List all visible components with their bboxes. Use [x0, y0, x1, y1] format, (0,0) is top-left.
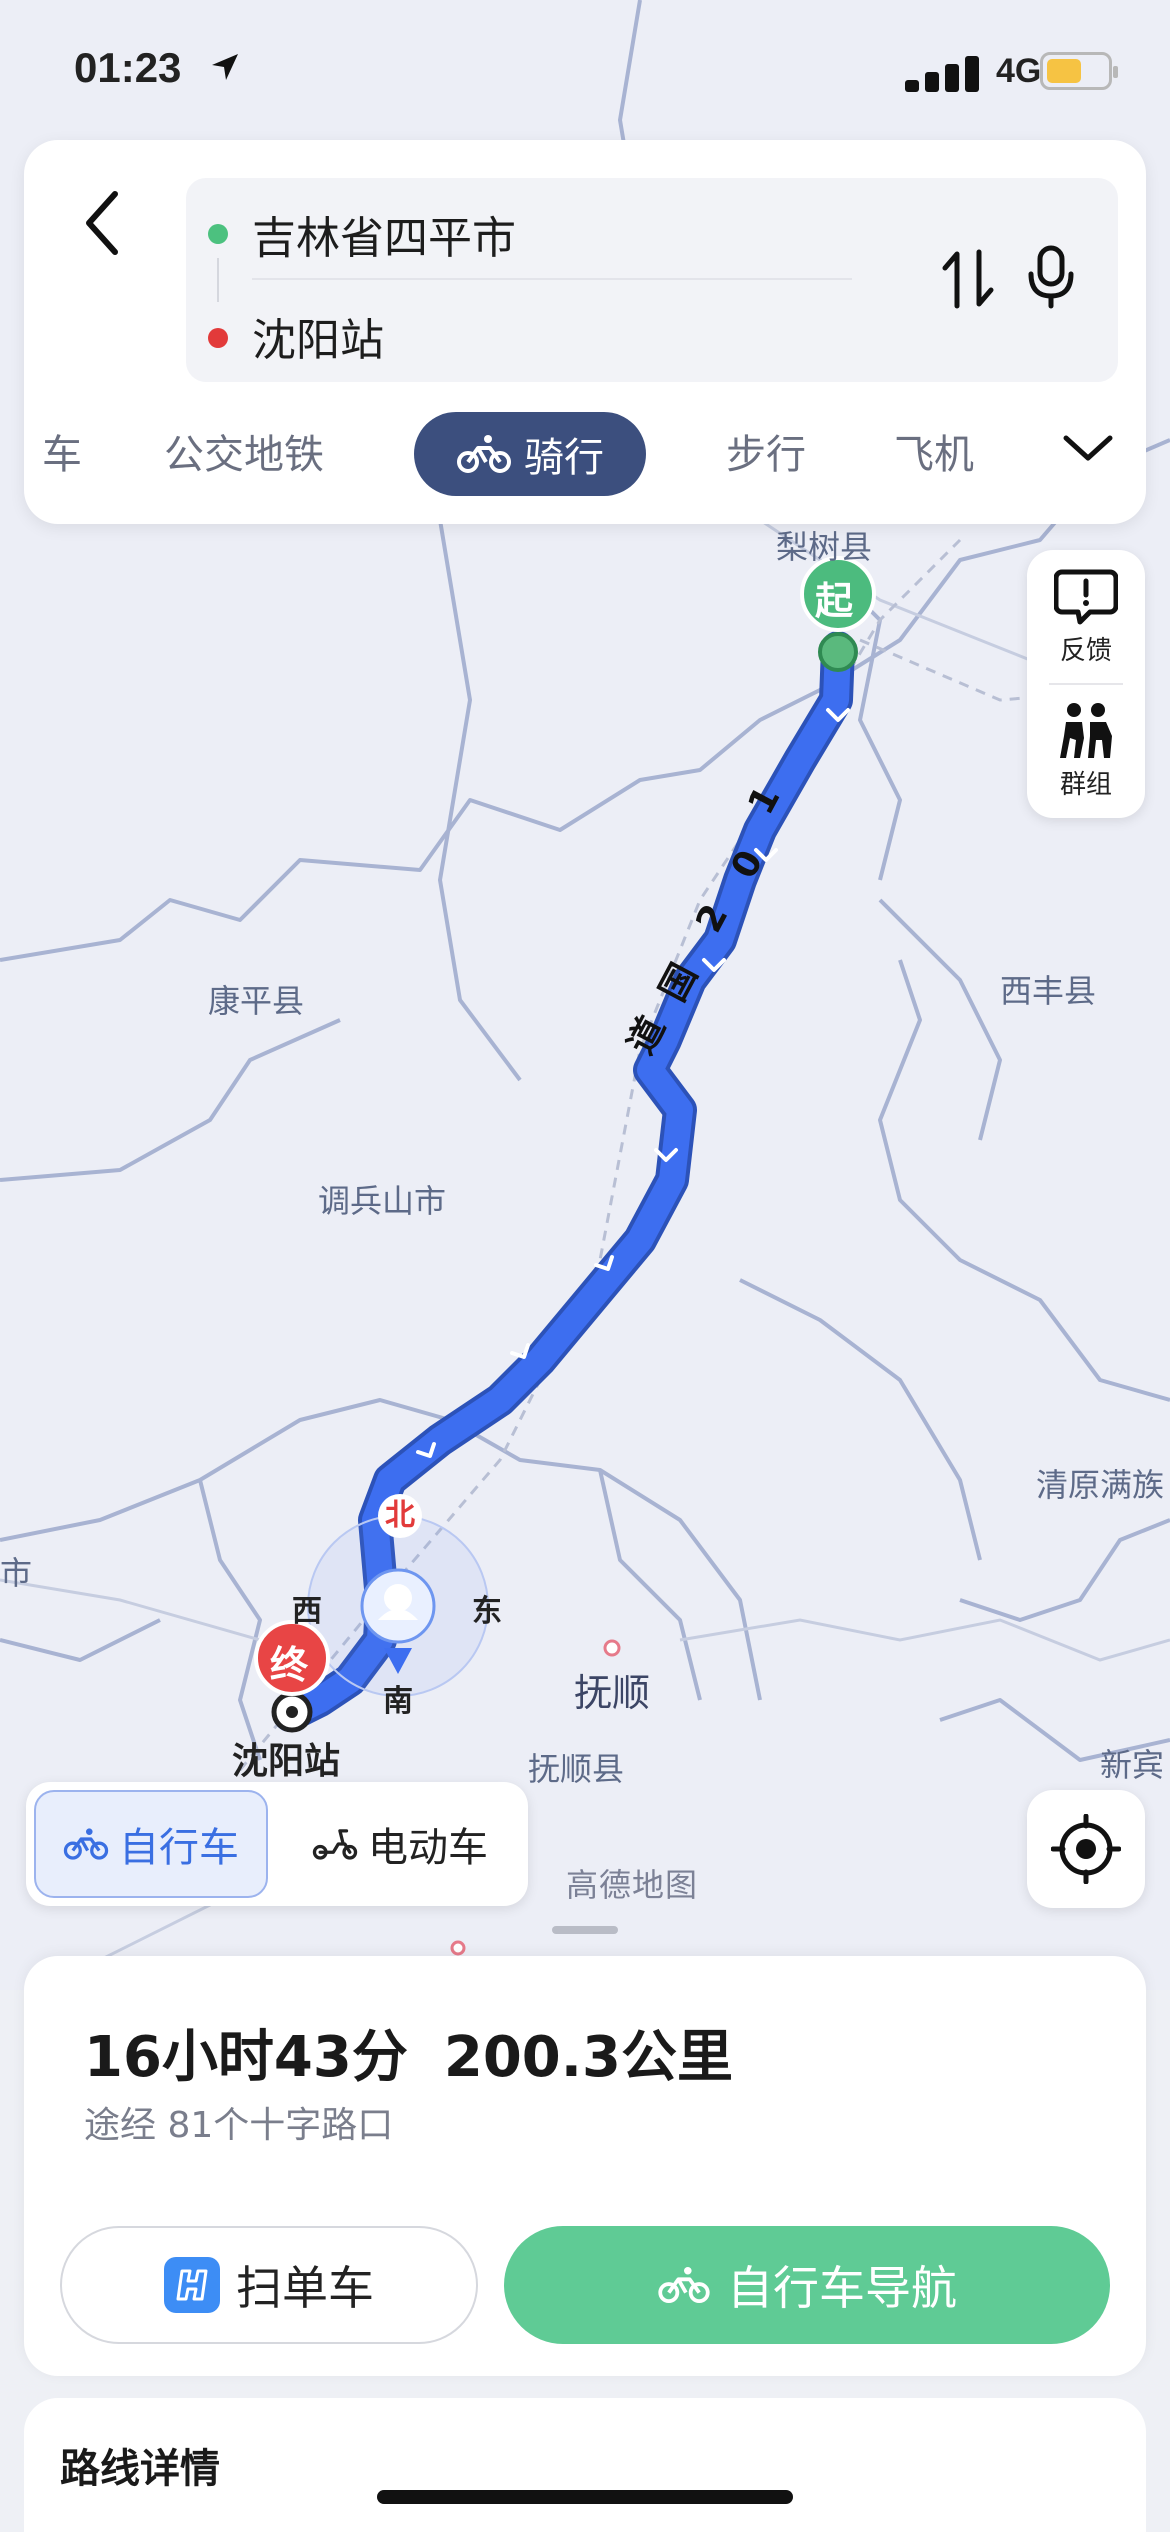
ebike-option-label: 电动车 — [368, 1825, 488, 1871]
destination-dot — [208, 328, 228, 348]
location-arrow-icon — [212, 54, 238, 80]
intersection-count: 途经 81个十字路口 — [84, 2105, 394, 2146]
compass-north: 北 — [378, 1494, 422, 1538]
route-distance: 200.3公里 — [443, 2025, 733, 2090]
scan-bike-button[interactable]: 扫单车 — [60, 2226, 478, 2344]
bicycle-icon — [457, 435, 511, 473]
status-time: 01:23 — [74, 44, 182, 91]
label-xinbin: 新宾 — [1100, 1746, 1165, 1784]
route-search-card: 吉林省四平市 沈阳站 车 公交地铁 骑行 步行 飞机 — [24, 140, 1146, 524]
start-point — [818, 632, 858, 672]
route-duration: 16小时43分 — [84, 2025, 408, 2090]
label-lishu: 梨树县 — [776, 528, 873, 566]
route-input-box: 吉林省四平市 沈阳站 — [186, 178, 1118, 382]
sheet-drag-handle[interactable] — [552, 1926, 618, 1934]
tab-walking[interactable]: 步行 — [726, 422, 806, 480]
compass-east: 东 — [472, 1594, 502, 1629]
label-shenyang-station: 沈阳站 — [232, 1741, 341, 1782]
group-label: 群组 — [1059, 769, 1112, 800]
field-separator — [252, 278, 852, 280]
feedback-button[interactable]: 反馈 — [1027, 552, 1145, 682]
tab-cycling[interactable]: 骑行 — [414, 412, 646, 496]
transport-tabs: 车 公交地铁 骑行 步行 飞机 — [24, 402, 1146, 502]
end-marker-text: 终 — [270, 1643, 309, 1687]
origin-field[interactable]: 吉林省四平市 — [252, 202, 516, 266]
tab-cycling-label: 骑行 — [524, 435, 604, 481]
compass-south: 南 — [383, 1684, 413, 1719]
chevron-down-icon[interactable] — [1062, 430, 1114, 464]
tab-car[interactable]: 车 — [42, 422, 82, 480]
route-details-title: 路线详情 — [60, 2446, 220, 2492]
status-bar: 01:23 4G — [0, 0, 1170, 140]
bicycle-navigation-button[interactable]: 自行车导航 — [504, 2226, 1110, 2344]
label-xifeng: 西丰县 — [1000, 972, 1097, 1010]
origin-dot — [208, 224, 228, 244]
battery-icon — [1040, 52, 1118, 90]
cellular-signal-icon — [905, 56, 979, 92]
swap-icon[interactable] — [941, 248, 995, 310]
start-marker-text: 起 — [815, 579, 854, 623]
scooter-icon — [312, 1829, 358, 1860]
route-details-card[interactable]: 路线详情 — [24, 2398, 1146, 2532]
vehicle-switch: 自行车 电动车 — [26, 1782, 528, 1906]
ebike-option[interactable]: 电动车 — [282, 1790, 518, 1898]
map-side-tools: 反馈 群组 — [1027, 550, 1145, 818]
label-fushun: 抚顺 — [574, 1671, 651, 1715]
tab-flight[interactable]: 飞机 — [894, 422, 974, 480]
back-button[interactable] — [68, 178, 138, 268]
group-button[interactable]: 群组 — [1027, 686, 1145, 816]
group-walk-icon — [1060, 702, 1112, 758]
route-connector — [217, 258, 219, 302]
home-indicator[interactable] — [377, 2490, 793, 2504]
label-diaobingshan: 调兵山市 — [318, 1182, 447, 1220]
network-type: 4G — [996, 52, 1042, 90]
bicycle-icon — [63, 1828, 109, 1860]
label-fushun-county: 抚顺县 — [528, 1750, 625, 1788]
bicycle-option-label: 自行车 — [119, 1825, 239, 1871]
map-attribution: 高德地图 — [566, 1866, 699, 1904]
route-summary: 16小时43分 200.3公里 — [84, 2012, 733, 2093]
bike-share-icon — [164, 2257, 220, 2313]
bicycle-option[interactable]: 自行车 — [34, 1790, 268, 1898]
bicycle-navigation-label: 自行车导航 — [727, 2261, 957, 2315]
locate-me-button[interactable] — [1027, 1790, 1145, 1908]
feedback-icon — [1054, 569, 1118, 624]
label-kangping: 康平县 — [208, 982, 305, 1020]
crosshair-icon — [1051, 1814, 1121, 1884]
destination-field[interactable]: 沈阳站 — [252, 304, 384, 368]
label-qingyuan: 清原满族 — [1036, 1466, 1165, 1504]
microphone-icon[interactable] — [1026, 244, 1076, 310]
route-result-card[interactable]: 16小时43分 200.3公里 途经 81个十字路口 扫单车 自行车导航 — [24, 1956, 1146, 2376]
compass-west: 西 — [292, 1594, 322, 1629]
bicycle-icon — [658, 2266, 710, 2304]
feedback-label: 反馈 — [1059, 635, 1112, 666]
scan-bike-label: 扫单车 — [236, 2261, 374, 2315]
back-arrow-icon — [86, 191, 118, 255]
tab-transit[interactable]: 公交地铁 — [164, 422, 324, 480]
label-left-edge: 市 — [0, 1554, 33, 1592]
side-divider — [1049, 683, 1123, 685]
